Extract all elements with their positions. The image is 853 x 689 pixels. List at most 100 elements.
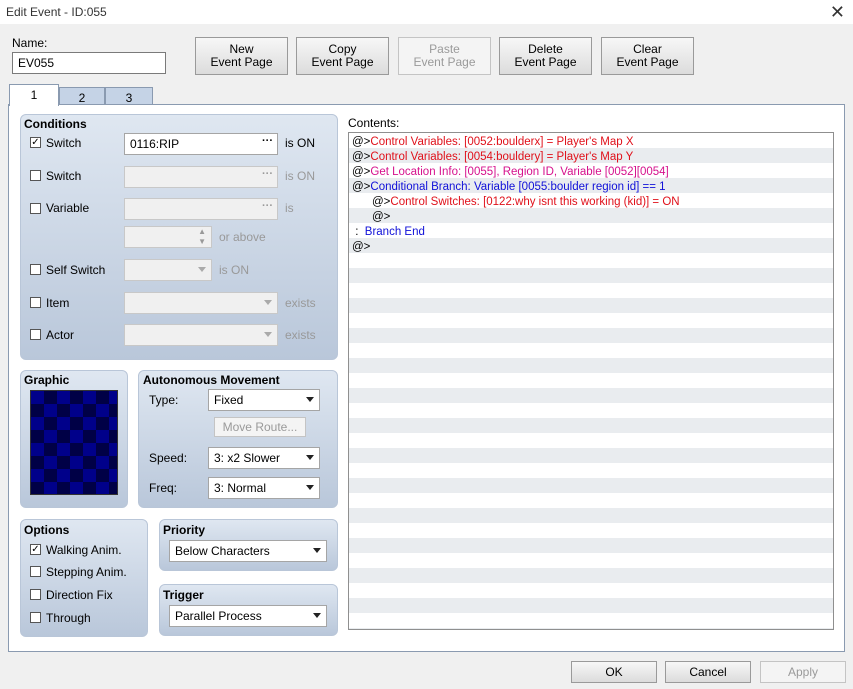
command-text: Control Variables: [0052:boulderx] = Pla… <box>370 136 634 148</box>
paste-button-line2: Event Page <box>413 55 476 69</box>
ellipsis-icon[interactable]: ··· <box>262 200 273 212</box>
command-prefix: @> <box>352 151 371 163</box>
command-prefix: @> <box>352 166 371 178</box>
clear-button-line2: Event Page <box>616 55 679 69</box>
switch1-checkbox[interactable]: ✓ <box>30 137 41 148</box>
type-select[interactable]: Fixed <box>208 389 320 411</box>
command-prefix: @> <box>352 241 371 253</box>
switch1-label: Switch <box>46 136 82 150</box>
new-button-line2: Event Page <box>210 55 273 69</box>
freq-select[interactable]: 3: Normal <box>208 477 320 499</box>
actor-select[interactable] <box>124 324 278 346</box>
new-event-page-button[interactable]: New Event Page <box>195 37 288 75</box>
walking-anim-label: Walking Anim. <box>46 543 122 557</box>
trigger-title: Trigger <box>163 588 204 602</box>
actor-suffix: exists <box>285 328 316 342</box>
command-prefix: : <box>352 226 365 238</box>
freq-value: 3: Normal <box>214 481 267 495</box>
copy-event-page-button[interactable]: Copy Event Page <box>296 37 389 75</box>
window-title: Edit Event - ID:055 <box>6 5 107 19</box>
self-switch-checkbox[interactable] <box>30 264 41 275</box>
stepping-anim-checkbox[interactable] <box>30 566 41 577</box>
graphic-title: Graphic <box>24 373 70 387</box>
name-label: Name: <box>12 36 48 50</box>
switch2-checkbox[interactable] <box>30 170 41 181</box>
chevron-down-icon <box>264 300 272 305</box>
command-line[interactable]: @>Conditional Branch: Variable [0055:bou… <box>352 180 666 195</box>
title-bar: Edit Event - ID:055 ✕ <box>0 0 853 24</box>
stepper-up-icon[interactable]: ▲ <box>198 227 206 236</box>
variable-suffix: is <box>285 201 294 215</box>
tab-page-2[interactable]: 2 <box>59 87 105 105</box>
self-switch-label: Self Switch <box>46 263 106 277</box>
item-checkbox[interactable] <box>30 297 41 308</box>
command-line[interactable]: @> <box>372 210 390 225</box>
conditions-title: Conditions <box>24 117 87 131</box>
command-line[interactable]: @>Control Variables: [0054:bouldery] = P… <box>352 150 633 165</box>
command-line[interactable]: : Branch End <box>352 225 425 240</box>
self-switch-select[interactable] <box>124 259 212 281</box>
ellipsis-icon[interactable]: ··· <box>262 135 273 147</box>
command-prefix: @> <box>372 196 391 208</box>
variable-checkbox[interactable] <box>30 203 41 214</box>
priority-value: Below Characters <box>175 544 270 558</box>
chevron-down-icon <box>313 613 321 618</box>
switch2-label: Switch <box>46 169 82 183</box>
freq-label: Freq: <box>149 481 178 495</box>
stepping-anim-label: Stepping Anim. <box>46 565 127 579</box>
stepper-down-icon[interactable]: ▼ <box>198 237 206 246</box>
autonomous-movement-title: Autonomous Movement <box>143 373 280 387</box>
switch1-field[interactable]: 0116:RIP ··· <box>124 133 278 155</box>
priority-select[interactable]: Below Characters <box>169 540 327 562</box>
chevron-down-icon <box>306 485 314 490</box>
delete-button-line2: Event Page <box>514 55 577 69</box>
name-input[interactable]: EV055 <box>12 52 166 74</box>
ok-button[interactable]: OK <box>571 661 657 683</box>
command-line[interactable]: @>Control Switches: [0122:why isnt this … <box>372 195 680 210</box>
switch2-suffix: is ON <box>285 169 315 183</box>
graphic-preview[interactable] <box>30 390 118 495</box>
actor-label: Actor <box>46 328 75 342</box>
ellipsis-icon[interactable]: ··· <box>262 168 273 180</box>
variable-suffix2: or above <box>219 230 266 244</box>
delete-event-page-button[interactable]: Delete Event Page <box>499 37 592 75</box>
through-checkbox[interactable] <box>30 612 41 623</box>
cancel-button[interactable]: Cancel <box>665 661 751 683</box>
item-suffix: exists <box>285 296 316 310</box>
self-switch-suffix: is ON <box>219 263 249 277</box>
move-route-button[interactable]: Move Route... <box>214 417 306 437</box>
clear-event-page-button[interactable]: Clear Event Page <box>601 37 694 75</box>
variable-field[interactable]: ··· <box>124 198 278 220</box>
direction-fix-checkbox[interactable] <box>30 589 41 600</box>
switch1-value: 0116:RIP <box>130 137 180 151</box>
command-text: Control Variables: [0054:bouldery] = Pla… <box>370 151 634 163</box>
contents-list[interactable]: @> Control Variables: [0052:boulderx] = P… <box>348 132 834 630</box>
contents-label: Contents: <box>348 116 400 130</box>
paste-event-page-button[interactable]: Paste Event Page <box>398 37 491 75</box>
command-line[interactable]: @>Get Location Info: [0055], Region ID, … <box>352 165 669 180</box>
options-title: Options <box>24 523 70 537</box>
command-text: Branch End <box>364 226 425 238</box>
tab-page-3[interactable]: 3 <box>105 87 153 105</box>
trigger-select[interactable]: Parallel Process <box>169 605 327 627</box>
tab-page-1[interactable]: 1 <box>9 84 59 106</box>
speed-select[interactable]: 3: x2 Slower <box>208 447 320 469</box>
walking-anim-checkbox[interactable]: ✓ <box>30 544 41 555</box>
item-select[interactable] <box>124 292 278 314</box>
command-line[interactable]: @>Control Variables: [0052:boulderx] = P… <box>352 135 634 150</box>
direction-fix-label: Direction Fix <box>46 588 113 602</box>
switch1-suffix: is ON <box>285 136 315 150</box>
close-icon[interactable]: ✕ <box>830 3 845 21</box>
actor-checkbox[interactable] <box>30 329 41 340</box>
speed-value: 3: x2 Slower <box>214 451 281 465</box>
switch2-field[interactable]: ··· <box>124 166 278 188</box>
command-line[interactable]: @> <box>352 240 370 255</box>
chevron-down-icon <box>313 548 321 553</box>
variable-number-stepper[interactable]: ▲ ▼ <box>124 226 212 248</box>
trigger-value: Parallel Process <box>175 609 262 623</box>
command-text: Conditional Branch: Variable [0055:bould… <box>370 181 666 193</box>
apply-button[interactable]: Apply <box>760 661 846 683</box>
command-text: Control Switches: [0122:why isnt this wo… <box>390 196 680 208</box>
copy-button-line2: Event Page <box>311 55 374 69</box>
type-value: Fixed <box>214 393 244 407</box>
